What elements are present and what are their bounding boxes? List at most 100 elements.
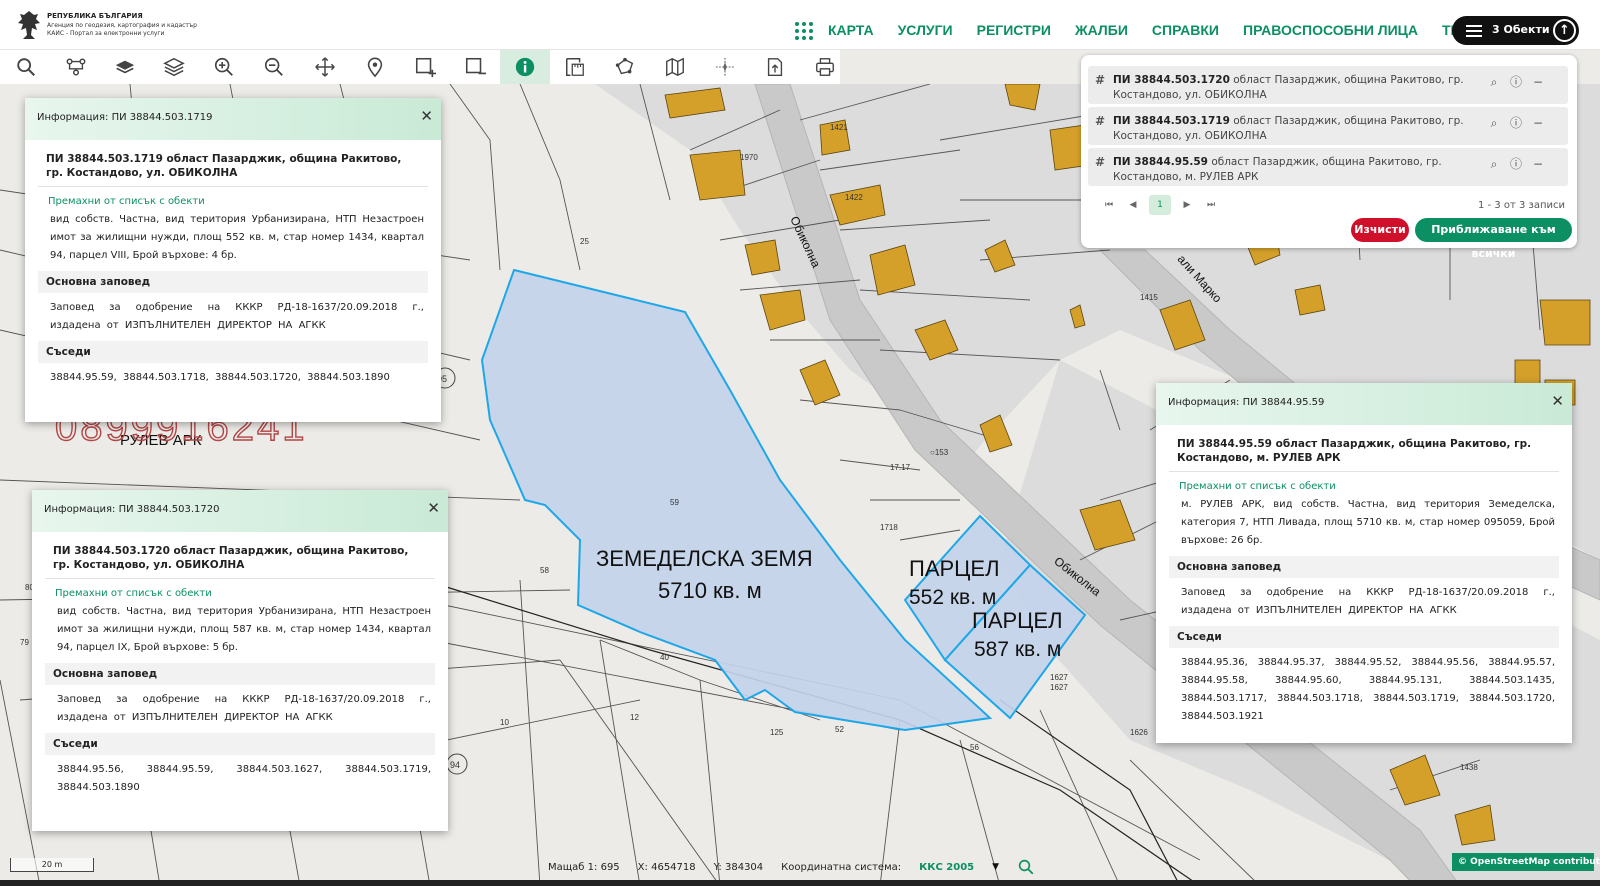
pan-tool[interactable] [300,50,350,84]
next-page-icon[interactable]: ▶ [1179,200,1195,210]
map-label-parcel-1720: ПАРЦЕЛ [972,608,1063,633]
result-id: ПИ 38844.503.1720 [1113,74,1230,86]
neighbors-heading: Съседи [45,733,435,755]
info-window-9559: Информация: ПИ 38844.95.59 ✕ ПИ 38844.95… [1156,383,1572,743]
remove-icon[interactable]: − [1530,156,1546,172]
deselect-rect-tool[interactable] [450,50,500,84]
compass-tool[interactable] [700,50,750,84]
polygon-tool[interactable] [600,50,650,84]
measure-tool[interactable] [550,50,600,84]
result-row[interactable]: # ПИ 38844.95.59 област Пазарджик, общин… [1088,148,1568,186]
agency-logo[interactable]: РЕПУБЛИКА БЪЛГАРИЯ Агенция по геодезия, … [16,9,197,41]
svg-text:58: 58 [540,566,549,575]
nav-karta[interactable]: КАРТА [828,22,874,38]
result-row[interactable]: # ПИ 38844.503.1719 област Пазарджик, об… [1088,107,1568,145]
info-tool[interactable] [500,50,550,84]
svg-text:25: 25 [580,237,589,246]
hash-icon: # [1095,114,1106,128]
x-label: X: [637,861,648,873]
tree-tool[interactable] [51,50,101,84]
parcel-title: ПИ 38844.503.1720 област Пазарджик, общи… [45,544,435,579]
info-window-title: Информация: ПИ 38844.503.1719 [37,112,213,123]
deselect-rect-icon [465,57,486,75]
pan-icon [315,57,335,77]
info-icon[interactable]: ⓘ [1508,115,1524,131]
order-heading: Основна заповед [1169,556,1559,578]
search-tool[interactable] [1,50,51,84]
scale-bar: 20 m [10,858,94,872]
nav-zhalbi[interactable]: ЖАЛБИ [1075,22,1128,38]
order-text: Заповед за одобрение на КККР РД-18-1637/… [1181,587,1555,616]
zoom-to-all-button[interactable]: Приближаване към всички [1415,218,1572,260]
parcel-description: м. РУЛЕВ АРК, вид собств. Частна, вид те… [1181,499,1555,546]
remove-from-list-link[interactable]: Премахни от списък с обекти [38,187,428,211]
layers-stack-tool[interactable] [149,50,199,84]
y-coordinate: 384304 [724,861,764,873]
status-bar: Мащаб 1: 695 X: 4654718 Y: 384304 Коорди… [548,857,1035,877]
info-window-1720: Информация: ПИ 38844.503.1720 ✕ ПИ 38844… [32,490,448,831]
remove-icon[interactable]: − [1530,74,1546,90]
hash-icon: # [1095,73,1106,87]
current-page[interactable]: 1 [1149,195,1171,215]
layers-tool[interactable] [100,50,150,84]
first-page-icon[interactable]: ⏮ [1101,200,1117,210]
map-tool[interactable] [650,50,700,84]
remove-from-list-link[interactable]: Премахни от списък с обекти [45,579,435,603]
parcel-title: ПИ 38844.95.59 област Пазарджик, община … [1169,437,1559,472]
select-rect-icon [415,57,436,78]
crs-select[interactable]: ККС 2005 [919,862,974,873]
nav-spravki[interactable]: СПРАВКИ [1152,22,1219,38]
export-tool[interactable] [750,50,800,84]
search-icon[interactable]: ⌕ [1486,156,1502,172]
last-page-icon[interactable]: ⏭ [1203,200,1219,210]
logo-subtitle: Агенция по геодезия, картография и кадас… [47,22,197,29]
svg-text:10: 10 [500,718,509,727]
nav-uslugi[interactable]: УСЛУГИ [898,22,953,38]
print-tool[interactable] [800,50,850,84]
result-id: ПИ 38844.95.59 [1113,156,1208,168]
info-icon[interactable]: ⓘ [1508,156,1524,172]
lion-crest-icon [18,11,40,39]
export-icon [767,58,783,76]
nav-pravosposobni-litsa[interactable]: ПРАВОСПОСОБНИ ЛИЦА [1243,22,1418,38]
info-window-header: Информация: ПИ 38844.503.1719 ✕ [25,98,441,140]
remove-from-list-link[interactable]: Премахни от списък с обекти [1169,472,1559,496]
location-tool[interactable] [350,50,400,84]
info-icon[interactable]: ⓘ [1508,74,1524,90]
neighbors-list: 38844.95.56, 38844.95.59, 38844.503.1627… [57,764,431,793]
parcel-description: вид собств. Частна, вид територия Урбани… [50,214,424,261]
result-row[interactable]: # ПИ 38844.503.1720 област Пазарджик, об… [1088,66,1568,104]
zoom-in-tool[interactable] [199,50,249,84]
svg-text:94: 94 [450,760,460,770]
svg-text:56: 56 [970,743,979,752]
svg-text:59: 59 [670,498,679,507]
zoom-out-tool[interactable] [249,50,299,84]
neighbors-heading: Съседи [1169,626,1559,648]
clear-button[interactable]: Изчисти [1351,218,1409,242]
records-count: 1 - 3 от 3 записи [1477,200,1565,211]
scale-value: 695 [600,861,620,873]
svg-text:12: 12 [630,713,639,722]
search-icon[interactable]: ⌕ [1486,115,1502,131]
select-rect-tool[interactable] [400,50,450,84]
objects-button[interactable]: 3 Обекти ↑ [1452,16,1579,45]
svg-text:17.17: 17.17 [890,463,911,472]
caret-down-icon[interactable]: ▼ [992,862,999,872]
osm-attribution[interactable]: © OpenStreetMap contributors. [1452,853,1600,871]
nav-registri[interactable]: РЕГИСТРИ [977,22,1051,38]
svg-text:1627: 1627 [1050,673,1068,682]
close-icon[interactable]: ✕ [427,501,440,516]
search-icon [17,58,35,76]
search-icon[interactable] [1017,858,1035,876]
search-icon[interactable]: ⌕ [1486,74,1502,90]
arrow-up-icon[interactable]: ↑ [1553,19,1576,42]
zoom-out-icon [264,57,283,76]
svg-text:1626: 1626 [1130,728,1148,737]
remove-icon[interactable]: − [1530,115,1546,131]
apps-grid-icon[interactable] [795,22,813,40]
close-icon[interactable]: ✕ [1551,394,1564,409]
close-icon[interactable]: ✕ [420,109,433,124]
svg-text:1970: 1970 [740,153,758,162]
prev-page-icon[interactable]: ◀ [1125,200,1141,210]
logo-portal: КАИС - Портал за електронни услуги [47,30,165,37]
